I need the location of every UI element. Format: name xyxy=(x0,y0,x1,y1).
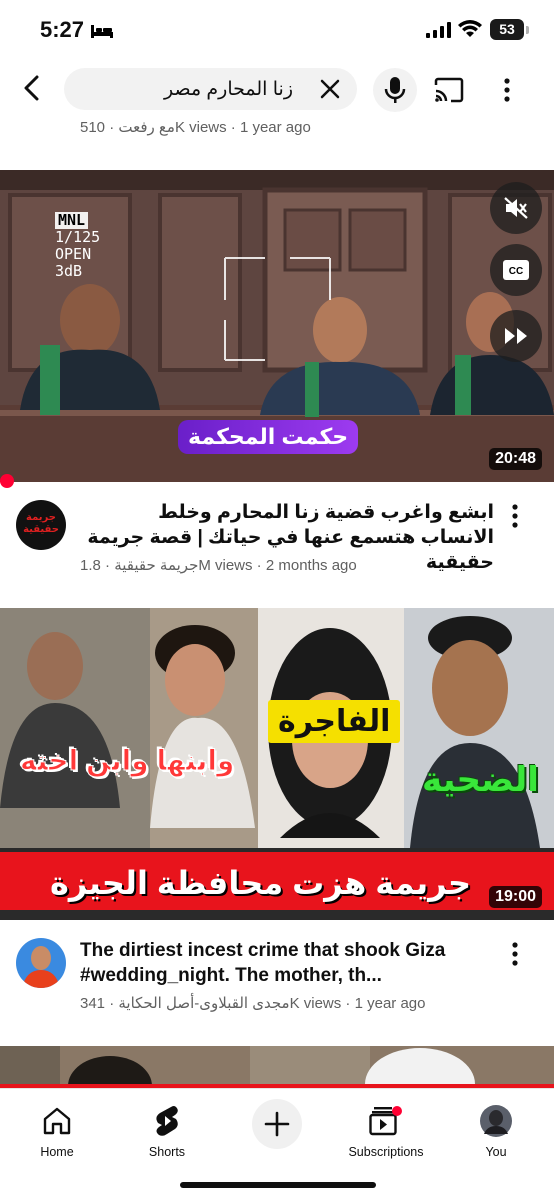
plus-icon xyxy=(264,1111,290,1137)
nav-subscriptions[interactable]: Subscriptions xyxy=(341,1099,431,1161)
microphone-icon xyxy=(384,77,406,103)
create-button[interactable] xyxy=(252,1099,302,1149)
video-duration: 20:48 xyxy=(489,448,542,470)
back-button[interactable] xyxy=(14,70,50,106)
video-thumbnail[interactable]: MNL 1/125 OPEN 3dB حكمت المحكمة 20:48 CC xyxy=(0,170,554,482)
video-duration: 19:00 xyxy=(489,886,542,908)
camera-overlay-line: OPEN xyxy=(55,245,92,263)
camera-overlay-text: MNL 1/125 OPEN 3dB xyxy=(55,212,100,280)
voice-search-button[interactable] xyxy=(373,68,417,112)
partial-thumbnail-image xyxy=(0,1046,554,1090)
channel-avatar[interactable] xyxy=(16,938,66,988)
sleep-mode-icon xyxy=(90,23,114,44)
wifi-icon xyxy=(458,20,482,43)
search-input[interactable]: زنا المحارم مصر xyxy=(64,68,357,110)
more-options-button[interactable] xyxy=(492,72,522,108)
thumbnail-caption-middle: الفاجرة xyxy=(268,700,401,743)
muted-speaker-icon xyxy=(504,197,528,219)
cellular-signal-icon xyxy=(426,22,452,43)
search-query[interactable]: زنا المحارم مصر xyxy=(164,78,293,101)
camera-overlay-line: MNL xyxy=(55,212,89,229)
skip-forward-button[interactable] xyxy=(490,310,542,362)
nav-you[interactable]: You xyxy=(451,1099,541,1161)
close-icon xyxy=(320,79,340,99)
nav-shorts-label: Shorts xyxy=(148,1145,186,1159)
video-caption-banner: حكمت المحكمة xyxy=(178,420,359,454)
fast-forward-icon xyxy=(505,328,527,344)
nav-subscriptions-label: Subscriptions xyxy=(348,1145,424,1159)
nav-home-label: Home xyxy=(40,1145,74,1159)
mute-button[interactable] xyxy=(490,182,542,234)
nav-you-label: You xyxy=(485,1145,507,1159)
thumbnail-caption-left: وابنها وابن اخته xyxy=(19,745,235,777)
previous-video-meta: مع رفعت · 510K views · 1 year ago xyxy=(80,119,311,136)
video-meta: مجدى القبلاوى-أصل الحكاية · 341K views ·… xyxy=(80,995,426,1012)
video-options-button[interactable] xyxy=(500,498,530,534)
camera-overlay-line: 3dB xyxy=(55,262,83,280)
playback-progress-handle[interactable] xyxy=(0,474,14,488)
thumbnail-banner-text: جريمة هزت محافظة الجيزة xyxy=(50,865,472,901)
subscriptions-icon xyxy=(368,1103,404,1139)
camera-overlay-line: 1/125 xyxy=(55,228,101,246)
svg-text:CC: CC xyxy=(509,266,523,277)
cast-button[interactable] xyxy=(431,72,467,108)
video-info-row[interactable]: جريمة حقيقية ابشع واغرب قضية زنا المحارم… xyxy=(0,496,554,586)
vertical-dots-icon xyxy=(512,504,518,528)
battery-indicator: 53 xyxy=(490,19,524,40)
cast-icon xyxy=(434,77,464,103)
profile-avatar-icon xyxy=(478,1103,514,1139)
back-arrow-icon xyxy=(24,75,39,101)
battery-nub xyxy=(526,26,529,34)
channel-avatar-image xyxy=(16,938,66,988)
vertical-dots-icon xyxy=(512,942,518,966)
home-indicator xyxy=(180,1182,376,1188)
home-icon xyxy=(39,1103,75,1139)
video-thumbnail[interactable] xyxy=(0,1046,554,1090)
nav-home[interactable]: Home xyxy=(12,1099,102,1161)
captions-button[interactable]: CC xyxy=(490,244,542,296)
video-thumbnail[interactable]: وابنها وابن اخته الفاجرة الضحية جريمة هز… xyxy=(0,608,554,920)
video-title[interactable]: The dirtiest incest crime that shook Giz… xyxy=(80,938,500,988)
closed-captions-icon: CC xyxy=(503,260,529,280)
vertical-dots-icon xyxy=(504,78,510,102)
thumbnail-caption-right: الضحية xyxy=(422,761,539,799)
video-options-button[interactable] xyxy=(500,936,530,972)
channel-avatar-label: جريمة حقيقية xyxy=(23,512,59,535)
channel-avatar[interactable]: جريمة حقيقية xyxy=(16,500,66,550)
video-info-row[interactable]: The dirtiest incest crime that shook Giz… xyxy=(0,934,554,1024)
nav-shorts[interactable]: Shorts xyxy=(122,1099,212,1161)
video-meta: جريمة حقيقية · 1.8M views · 2 months ago xyxy=(80,557,357,574)
status-bar: 5:27 53 xyxy=(0,0,554,58)
clear-search-button[interactable] xyxy=(317,76,343,102)
shorts-icon xyxy=(149,1103,185,1139)
search-header: زنا المحارم مصر xyxy=(0,58,554,122)
status-time: 5:27 xyxy=(40,17,85,42)
